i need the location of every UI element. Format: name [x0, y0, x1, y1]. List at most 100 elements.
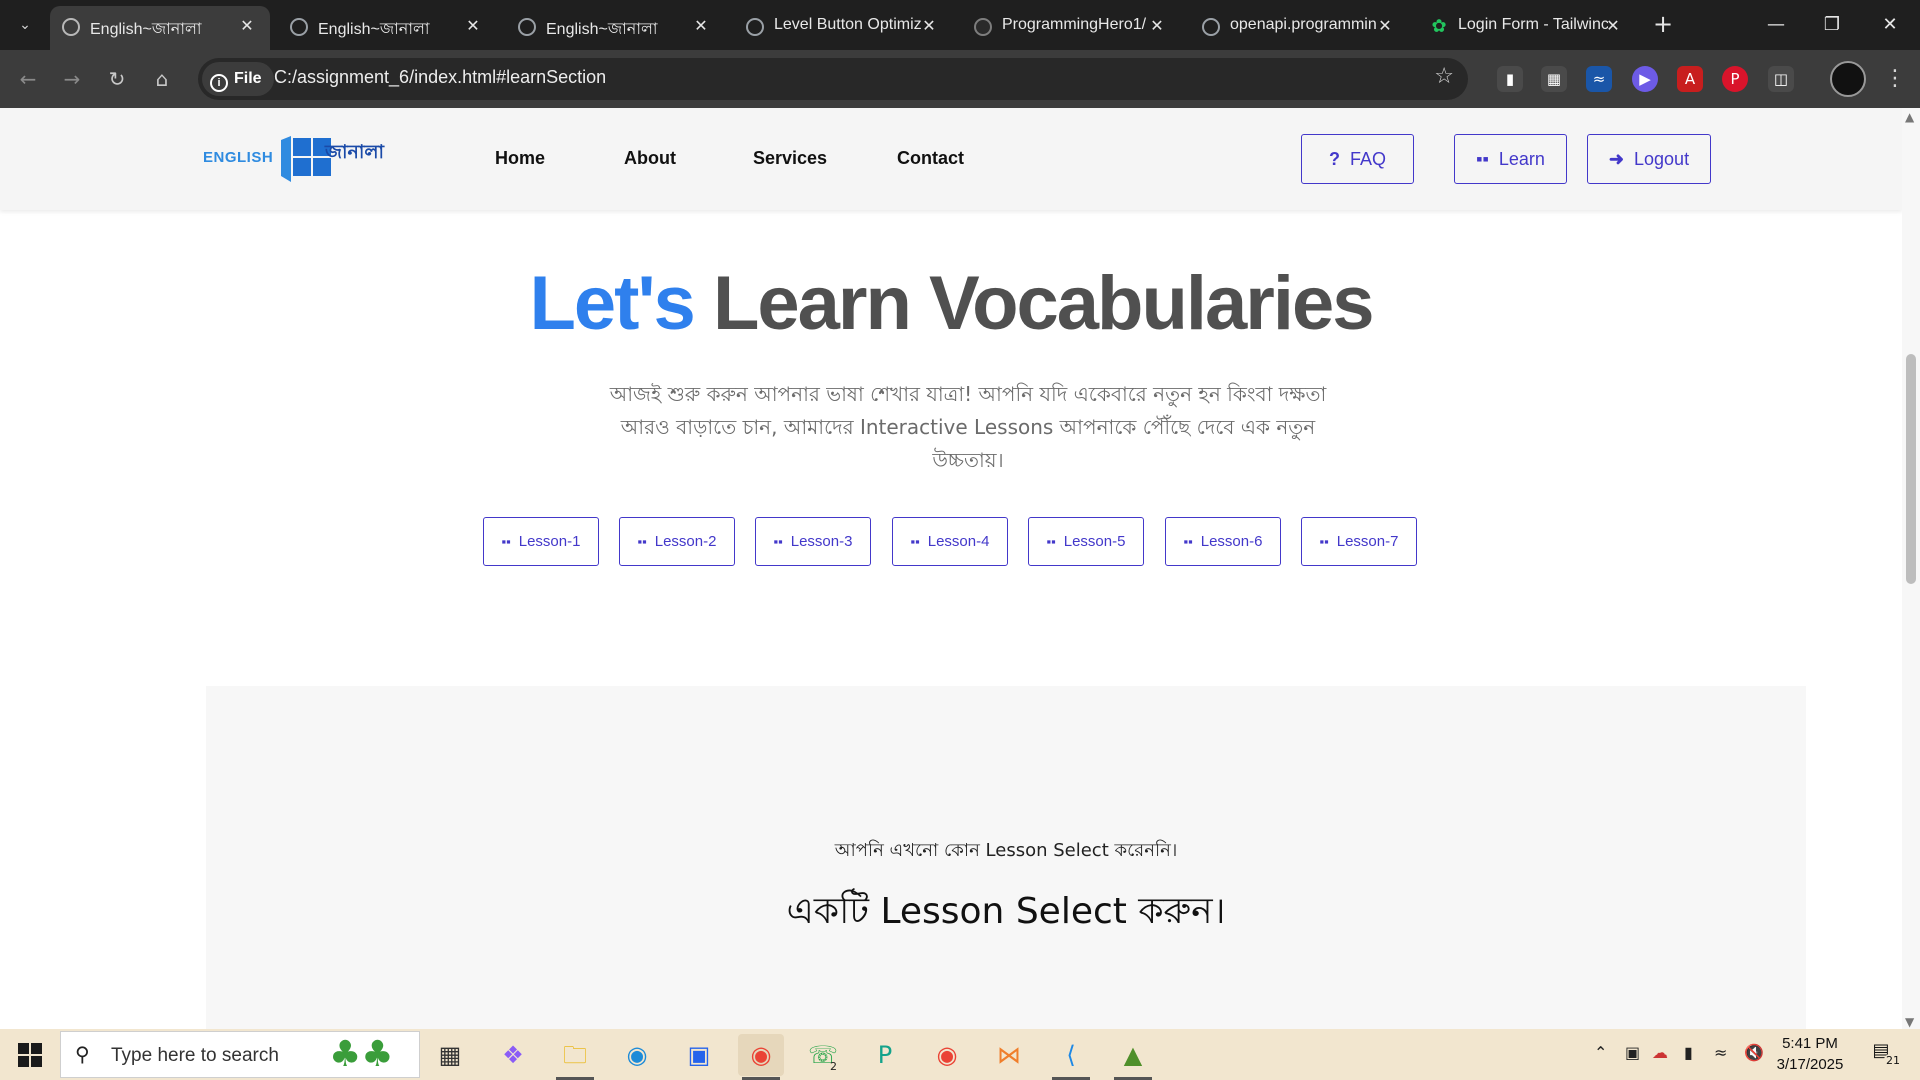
browser-tab-3[interactable]: English~জানালা ✕: [506, 6, 724, 50]
browser-toolbar: ← → ↻ ⌂ i File C:/assignment_6/index.html…: [0, 50, 1920, 108]
lesson-label: Lesson-5: [1063, 533, 1126, 550]
play-extension-icon[interactable]: ▶: [1632, 66, 1658, 92]
back-arrow-icon[interactable]: ←: [12, 63, 44, 95]
site-navbar: ENGLISH জানালা Home About Services Conta…: [0, 108, 1902, 210]
chrome-profile-icon[interactable]: ◉: [924, 1034, 970, 1076]
reading-list-icon[interactable]: ▮: [1497, 66, 1523, 92]
close-tab-icon[interactable]: ✕: [236, 15, 258, 37]
pinterest-icon[interactable]: P: [1722, 66, 1748, 92]
restore-window-icon[interactable]: ❐: [1812, 8, 1852, 42]
file-explorer-icon[interactable]: 🗀: [552, 1034, 598, 1080]
faq-label: FAQ: [1349, 149, 1386, 169]
clock-time: 5:41 PM: [1782, 1035, 1838, 1052]
taskbar-search-box[interactable]: ⚲ Type here to search ♣♣: [60, 1031, 420, 1078]
faq-button[interactable]: ? FAQ: [1301, 134, 1414, 184]
lesson-5-button[interactable]: ▪▪ Lesson-5: [1028, 517, 1144, 566]
extension-puzzle-icon[interactable]: ▦: [1541, 66, 1567, 92]
reload-icon[interactable]: ↻: [101, 63, 133, 95]
scheme-label: File: [234, 70, 262, 87]
clock-date: 3/17/2025: [1776, 1056, 1844, 1073]
close-tab-icon[interactable]: ✕: [918, 15, 940, 37]
site-info-chip[interactable]: i File: [202, 62, 274, 96]
windows-start-icon[interactable]: [18, 1043, 42, 1067]
xampp-icon[interactable]: ⋈: [986, 1034, 1032, 1076]
tailwind-leaf-icon: ✿: [1431, 16, 1447, 37]
copilot-icon[interactable]: ❖: [490, 1034, 536, 1076]
pycharm-edu-icon[interactable]: P: [862, 1034, 908, 1076]
vscode-icon[interactable]: ⟨: [1048, 1034, 1094, 1080]
lesson-2-button[interactable]: ▪▪ Lesson-2: [619, 517, 735, 566]
browser-tab-1[interactable]: English~জানালা ✕: [50, 6, 270, 50]
page-scrollbar[interactable]: ▲ ▼: [1902, 108, 1920, 1029]
tab-title: English~জানালা: [90, 21, 202, 38]
notification-center-icon[interactable]: ▤ 21: [1866, 1040, 1902, 1070]
new-tab-plus-icon[interactable]: +: [1648, 10, 1678, 40]
battery-icon[interactable]: ▮: [1684, 1043, 1693, 1062]
url-text[interactable]: C:/assignment_6/index.html#learnSection: [274, 67, 606, 88]
wifi-icon[interactable]: ≈: [1714, 1043, 1727, 1062]
nav-link-about[interactable]: About: [624, 148, 676, 169]
learn-button[interactable]: ▪▪ Learn: [1454, 134, 1567, 184]
scroll-down-arrow-icon[interactable]: ▼: [1905, 1015, 1914, 1029]
scroll-up-arrow-icon[interactable]: ▲: [1905, 110, 1914, 124]
lesson-label: Lesson-3: [790, 533, 853, 550]
nav-link-home[interactable]: Home: [495, 148, 545, 169]
book-open-icon: ▪▪: [1319, 534, 1329, 549]
wave-extension-icon[interactable]: ≈: [1586, 66, 1612, 92]
book-open-icon: ▪▪: [1476, 149, 1489, 169]
browser-tab-4[interactable]: Level Button Optimiz ✕: [734, 6, 952, 50]
tab-title: Login Form - Tailwinc: [1458, 16, 1608, 33]
close-tab-icon[interactable]: ✕: [1146, 15, 1168, 37]
question-icon: ?: [1328, 149, 1340, 169]
lesson-label: Lesson-2: [654, 533, 717, 550]
pdf-extension-icon[interactable]: A: [1677, 66, 1703, 92]
site-logo[interactable]: ENGLISH জানালা: [203, 132, 393, 186]
lesson-label: Lesson-1: [518, 533, 581, 550]
lesson-7-button[interactable]: ▪▪ Lesson-7: [1301, 517, 1417, 566]
volume-muted-icon[interactable]: 🔇: [1744, 1043, 1764, 1062]
onedrive-error-icon[interactable]: ☁: [1652, 1043, 1668, 1062]
close-tab-icon[interactable]: ✕: [462, 15, 484, 37]
tab-search-chevron-icon[interactable]: ⌄: [10, 10, 40, 40]
task-view-icon[interactable]: ▦: [427, 1034, 473, 1076]
bookmark-star-icon[interactable]: ☆: [1434, 64, 1454, 89]
lesson-1-button[interactable]: ▪▪ Lesson-1: [483, 517, 599, 566]
close-window-icon[interactable]: ✕: [1870, 8, 1910, 42]
browser-tab-7[interactable]: ✿ Login Form - Tailwinc ✕: [1418, 6, 1636, 50]
image-viewer-icon[interactable]: ▲: [1110, 1034, 1156, 1080]
windows-taskbar: ⚲ Type here to search ♣♣ ▦ ❖ 🗀 ◉ ▣ ◉ ☏ 2 …: [0, 1029, 1920, 1080]
tab-title: openapi.programmin: [1230, 16, 1377, 33]
tab-title: Level Button Optimiz: [774, 16, 922, 33]
system-clock[interactable]: 5:41 PM 3/17/2025: [1770, 1033, 1850, 1075]
close-tab-icon[interactable]: ✕: [1602, 15, 1624, 37]
logout-button[interactable]: ➜ Logout: [1587, 134, 1711, 184]
show-hidden-icons-chevron[interactable]: ⌃: [1594, 1043, 1607, 1062]
minimize-window-icon[interactable]: —: [1756, 8, 1796, 42]
forward-arrow-icon[interactable]: →: [56, 63, 88, 95]
browser-menu-icon[interactable]: ⋮: [1880, 63, 1910, 95]
meet-now-icon[interactable]: ▣: [1625, 1043, 1640, 1062]
profile-avatar[interactable]: [1830, 61, 1866, 97]
home-icon[interactable]: ⌂: [146, 63, 178, 95]
close-tab-icon[interactable]: ✕: [1374, 15, 1396, 37]
scrollbar-thumb[interactable]: [1906, 354, 1916, 584]
whatsapp-icon[interactable]: ☏ 2: [800, 1034, 846, 1076]
lesson-label: Lesson-7: [1336, 533, 1399, 550]
page-viewport: ENGLISH জানালা Home About Services Conta…: [0, 108, 1920, 1029]
extensions-icon[interactable]: ◫: [1768, 66, 1794, 92]
nav-link-services[interactable]: Services: [753, 148, 827, 169]
lesson-3-button[interactable]: ▪▪ Lesson-3: [755, 517, 871, 566]
lesson-6-button[interactable]: ▪▪ Lesson-6: [1165, 517, 1281, 566]
lesson-4-button[interactable]: ▪▪ Lesson-4: [892, 517, 1008, 566]
tab-title: ProgrammingHero1/: [1002, 16, 1147, 33]
microsoft-store-icon[interactable]: ▣: [676, 1034, 722, 1076]
book-open-icon: ▪▪: [1183, 534, 1193, 549]
chrome-icon[interactable]: ◉: [738, 1034, 784, 1080]
browser-tab-2[interactable]: English~জানালা ✕: [278, 6, 496, 50]
close-tab-icon[interactable]: ✕: [690, 15, 712, 37]
browser-tab-6[interactable]: openapi.programmin ✕: [1190, 6, 1408, 50]
edge-browser-icon[interactable]: ◉: [614, 1034, 660, 1076]
browser-tab-5[interactable]: ProgrammingHero1/ ✕: [962, 6, 1180, 50]
address-bar[interactable]: i File C:/assignment_6/index.html#learnSe…: [198, 58, 1468, 100]
nav-link-contact[interactable]: Contact: [897, 148, 964, 169]
